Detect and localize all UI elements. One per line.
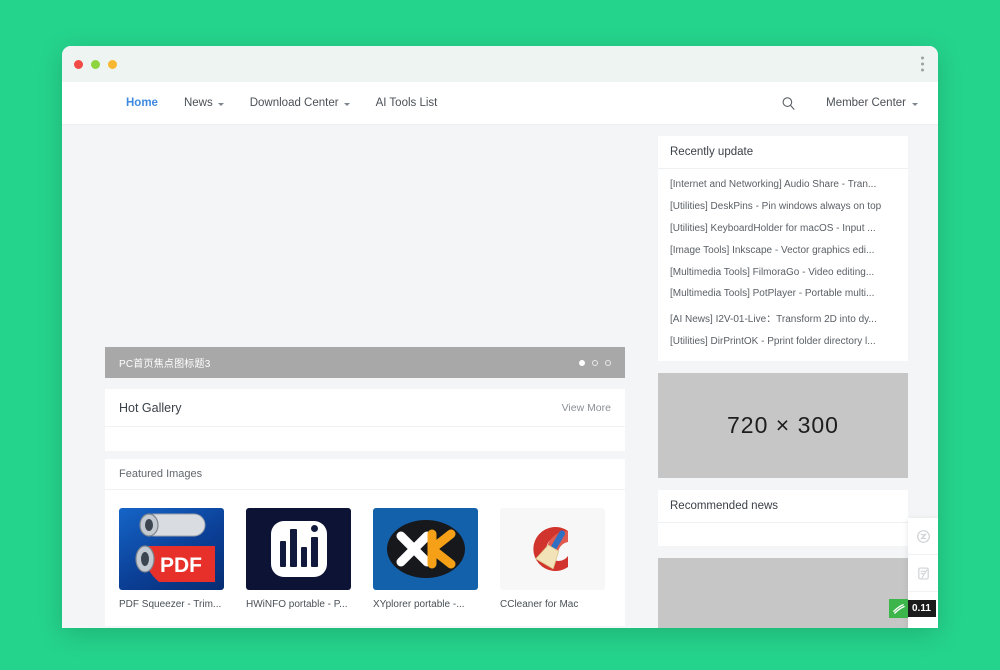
chevron-down-icon: [217, 102, 224, 106]
list-item[interactable]: [Utilities] KeyboardHolder for macOS - I…: [670, 218, 896, 240]
nav-item-news-label: News: [183, 97, 213, 109]
recommended-news-header: Recommended news: [658, 490, 908, 524]
recently-update-list: [Internet and Networking] Audio Share - …: [658, 169, 908, 361]
featured-tile-xyplorer[interactable]: XYplorer portable -...: [373, 508, 478, 610]
nav-links: Home News Download Center AI Tools List: [126, 97, 437, 109]
nav-item-home[interactable]: Home: [126, 97, 158, 109]
recommended-news-list: [658, 523, 908, 546]
ad-banner-label: 720 × 300: [727, 412, 839, 439]
list-item[interactable]: [Multimedia Tools] PotPlayer - Portable …: [670, 283, 896, 305]
navbar-right: Member Center: [781, 96, 918, 111]
performance-badge[interactable]: 0.11: [889, 599, 936, 618]
list-item[interactable]: [Utilities] DeskPins - Pin windows alway…: [670, 196, 896, 218]
featured-images-header: Featured Images: [105, 459, 625, 490]
list-item[interactable]: [Image Tools] Inkscape - Vector graphics…: [670, 239, 896, 261]
kebab-menu-icon[interactable]: [921, 56, 924, 72]
main-column: PC首页焦点图标题3 Hot Gallery View More Feature…: [62, 125, 640, 628]
carousel-dot-3[interactable]: [605, 359, 611, 366]
featured-tile-ccleaner[interactable]: CCleaner for Mac: [500, 508, 605, 610]
featured-tile-label: XYplorer portable -...: [373, 599, 465, 610]
nav-item-download-center[interactable]: Download Center: [250, 97, 350, 109]
hot-gallery-view-more[interactable]: View More: [562, 402, 611, 414]
carousel-indicators: [579, 359, 611, 366]
featured-tile-label: HWiNFO portable - P...: [246, 599, 348, 610]
site-navbar: Home News Download Center AI Tools List …: [62, 82, 938, 125]
close-button[interactable]: [74, 59, 83, 69]
recommended-news-card: Recommended news: [658, 490, 908, 547]
xyplorer-icon: [373, 508, 478, 590]
recently-update-card: Recently update [Internet and Networking…: [658, 136, 908, 362]
window-controls: [74, 59, 117, 69]
member-center-label: Member Center: [826, 97, 906, 109]
search-icon[interactable]: [781, 96, 796, 111]
nav-item-ai-tools-list-label: AI Tools List: [375, 97, 438, 109]
recommended-news-title: Recommended news: [670, 500, 779, 513]
customer-service-icon[interactable]: [908, 518, 938, 555]
page-content: PC首页焦点图标题3 Hot Gallery View More Feature…: [62, 125, 938, 628]
browser-window: Home News Download Center AI Tools List …: [62, 46, 938, 628]
featured-images-grid: PDF PDF Squeezer - Trim... HWiNFO portab…: [105, 490, 625, 626]
recently-update-header: Recently update: [658, 136, 908, 169]
sidebar-column: Recently update [Internet and Networking…: [658, 125, 908, 628]
chevron-down-icon: [912, 102, 918, 106]
carousel-caption-bar: PC首页焦点图标题3: [105, 347, 625, 378]
nav-item-news[interactable]: News: [184, 97, 224, 109]
featured-tile-label: PDF Squeezer - Trim...: [119, 599, 222, 610]
pdf-squeezer-icon: PDF: [119, 508, 224, 590]
featured-images-title: Featured Images: [119, 468, 203, 480]
hot-gallery-title: Hot Gallery: [119, 400, 182, 415]
hot-gallery-body: [105, 427, 625, 451]
featured-tile-label: CCleaner for Mac: [500, 599, 579, 610]
chevron-down-icon: [343, 102, 350, 106]
recently-update-title: Recently update: [670, 146, 754, 158]
feedback-form-icon[interactable]: [908, 555, 938, 592]
ad-banner-placeholder[interactable]: 720 × 300: [658, 373, 908, 479]
nav-item-download-center-label: Download Center: [249, 97, 339, 109]
hwinfo-icon: [246, 508, 351, 590]
carousel-dot-1[interactable]: [579, 359, 585, 366]
list-item[interactable]: [Multimedia Tools] FilmoraGo - Video edi…: [670, 261, 896, 283]
window-titlebar: [62, 46, 938, 82]
featured-images-card: Featured Images PDF PDF Squeezer - Trim.…: [105, 459, 625, 626]
list-item[interactable]: [Utilities] DirPrintOK - Pprint folder d…: [670, 330, 896, 352]
list-item[interactable]: [AI News] I2V-01-Live：Transform 2D into …: [670, 305, 896, 331]
ad-banner-placeholder-2[interactable]: [658, 558, 908, 628]
hot-gallery-card: Hot Gallery View More: [105, 389, 625, 451]
nav-item-home-label: Home: [126, 97, 158, 109]
featured-tile-pdf-squeezer[interactable]: PDF PDF Squeezer - Trim...: [119, 508, 224, 610]
member-center-menu[interactable]: Member Center: [826, 97, 918, 109]
hot-gallery-header: Hot Gallery View More: [105, 389, 625, 427]
nav-item-ai-tools-list[interactable]: AI Tools List: [376, 97, 438, 109]
speed-meter-icon: [889, 599, 908, 618]
maximize-button[interactable]: [108, 59, 117, 69]
ccleaner-icon: [500, 508, 605, 590]
featured-tile-hwinfo[interactable]: HWiNFO portable - P...: [246, 508, 351, 610]
carousel-title: PC首页焦点图标题3: [119, 359, 211, 370]
hero-carousel[interactable]: PC首页焦点图标题3: [105, 347, 625, 378]
list-item[interactable]: [Internet and Networking] Audio Share - …: [670, 174, 896, 196]
performance-badge-value: 0.11: [908, 600, 936, 617]
minimize-button[interactable]: [91, 59, 100, 69]
carousel-dot-2[interactable]: [592, 359, 598, 366]
svg-text:PDF: PDF: [160, 554, 202, 577]
